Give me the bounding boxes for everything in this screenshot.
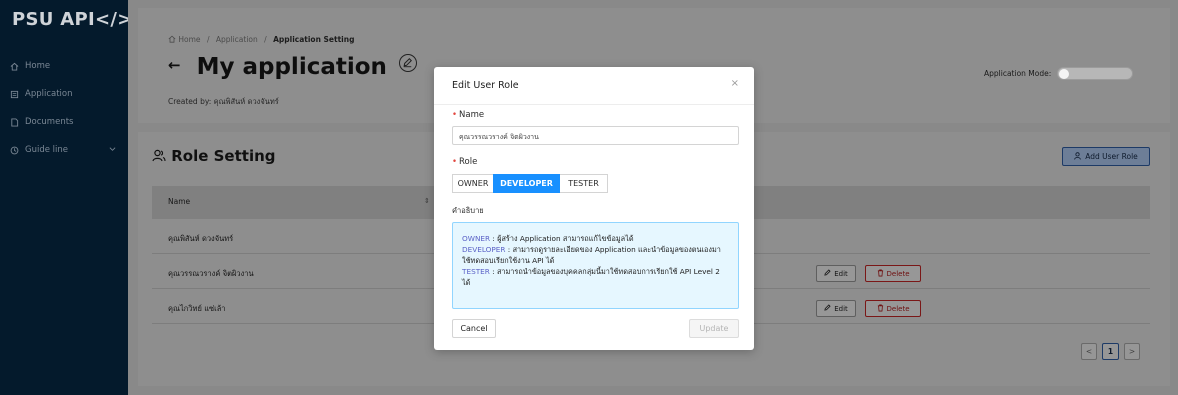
description-box: OWNER : ผู้สร้าง Application สามารถแก้ไข… (452, 222, 739, 309)
close-icon[interactable]: × (731, 78, 739, 89)
sidebar-item-label: Home (25, 61, 51, 71)
description-developer: DEVELOPER : สามารถดูรายละเอียดของ Applic… (462, 245, 721, 265)
edit-label: Edit (834, 304, 848, 313)
edit-button[interactable]: Edit (816, 300, 856, 317)
role-option-developer[interactable]: DEVELOPER (493, 174, 560, 193)
role-option-owner[interactable]: OWNER (452, 174, 494, 193)
delete-label: Delete (886, 304, 910, 313)
row-name: คุณพิสันห์ ดวงจันทร์ (168, 234, 234, 243)
description-tester: TESTER : สามารถนำข้อมูลของบุคคลกลุ่มนี้ม… (462, 267, 720, 287)
application-mode: Application Mode: (984, 67, 1134, 80)
edit-button[interactable]: Edit (816, 265, 856, 282)
modal-title: Edit User Role (452, 80, 519, 91)
breadcrumb-current: Application Setting (273, 35, 355, 44)
chevron-down-icon (109, 145, 116, 155)
sidebar-item-application[interactable]: Application (0, 80, 128, 108)
pencil-icon (403, 58, 412, 68)
row-name: คุณไกวิทย์ แซ่เล้า (168, 304, 226, 313)
breadcrumb-home[interactable]: Home (178, 35, 200, 44)
delete-label: Delete (886, 269, 910, 278)
app-root: PSU API</> Home Application Documents Gu… (0, 0, 1178, 395)
delete-button[interactable]: Delete (865, 300, 921, 317)
edit-icon (824, 269, 831, 278)
created-by: Created by: คุณพิสันห์ ดวงจันทร์ (168, 96, 279, 108)
application-mode-toggle[interactable] (1057, 67, 1134, 80)
row-name: คุณวรรณวรางค์ จิตผิวงาน (168, 269, 254, 278)
trash-icon (877, 304, 884, 314)
description-label: คำอธิบาย (452, 206, 484, 215)
edit-label: Edit (834, 269, 848, 278)
role-setting-title: Role Setting (152, 147, 276, 165)
delete-button[interactable]: Delete (865, 265, 921, 282)
page-title-text: My application (196, 54, 387, 80)
name-input[interactable]: คุณวรรณวรางค์ จิตผิวงาน (452, 126, 739, 145)
sidebar-item-guide-line[interactable]: Guide line (0, 136, 128, 164)
add-user-role-label: Add User Role (1085, 152, 1138, 161)
update-button[interactable]: Update (689, 319, 739, 338)
pagination-next[interactable]: > (1124, 343, 1140, 360)
guide-icon (9, 145, 19, 155)
role-setting-title-text: Role Setting (171, 147, 276, 165)
team-icon (152, 147, 171, 165)
created-by-value: คุณพิสันห์ ดวงจันทร์ (213, 97, 279, 106)
sort-icon[interactable]: ⇕ (424, 197, 430, 205)
modal-divider (434, 104, 754, 105)
add-user-role-button[interactable]: Add User Role (1062, 147, 1150, 166)
sidebar-item-label: Guide line (25, 145, 69, 155)
role-label: • Role (452, 157, 478, 167)
created-by-label: Created by: (168, 97, 212, 106)
page-title: ← My application (168, 54, 417, 80)
breadcrumb-separator: / (264, 35, 267, 44)
description-owner: OWNER : ผู้สร้าง Application สามารถแก้ไข… (462, 234, 634, 243)
breadcrumb-application[interactable]: Application (216, 35, 258, 44)
pagination-page-1[interactable]: 1 (1102, 343, 1119, 360)
edit-icon (824, 304, 831, 313)
sidebar-item-home[interactable]: Home (0, 52, 128, 80)
application-icon (9, 89, 19, 99)
sidebar-item-label: Documents (25, 117, 74, 127)
sidebar: PSU API</> Home Application Documents Gu… (0, 0, 132, 395)
edit-user-role-modal: Edit User Role × • Name คุณวรรณวรางค์ จิต… (434, 67, 754, 350)
sidebar-item-documents[interactable]: Documents (0, 108, 128, 136)
breadcrumb-separator: / (206, 35, 210, 44)
cancel-button[interactable]: Cancel (452, 319, 496, 338)
column-header-name[interactable]: Name (168, 197, 190, 206)
pagination-prev[interactable]: < (1081, 343, 1097, 360)
home-icon (9, 61, 19, 71)
role-selector: OWNER DEVELOPER TESTER (452, 174, 608, 193)
edit-title-button[interactable] (398, 54, 417, 72)
role-option-tester[interactable]: TESTER (559, 174, 608, 193)
user-icon (1074, 151, 1081, 162)
logo[interactable]: PSU API</> (12, 9, 133, 30)
name-label: • Name (452, 110, 485, 120)
application-mode-label: Application Mode: (984, 69, 1052, 78)
home-icon (168, 35, 178, 44)
back-arrow-icon[interactable]: ← (168, 56, 181, 74)
document-icon (9, 117, 19, 127)
trash-icon (877, 269, 884, 279)
breadcrumb: Home / Application / Application Setting (168, 35, 354, 44)
sidebar-item-label: Application (25, 89, 73, 99)
